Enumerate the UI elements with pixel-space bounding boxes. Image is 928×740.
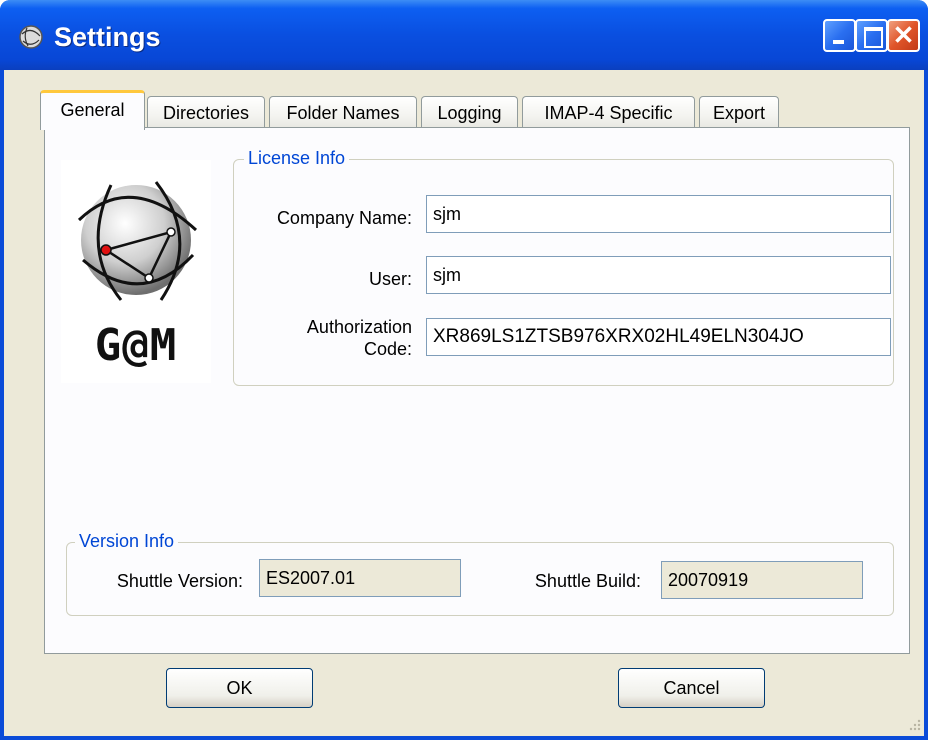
company-name-label: Company Name:	[276, 208, 412, 228]
tab-export[interactable]: Export	[699, 96, 779, 130]
ok-button[interactable]: OK	[166, 668, 313, 708]
minimize-icon	[833, 40, 844, 44]
shuttle-build-label: Shuttle Build:	[534, 571, 641, 591]
minimize-button[interactable]	[823, 19, 856, 52]
license-info-group: License Info Company Name: User: Authori…	[233, 148, 894, 386]
resize-grip-icon[interactable]	[908, 718, 922, 732]
cancel-button[interactable]: Cancel	[618, 668, 765, 708]
general-tab-panel: G@M License Info Company Name: User: Aut…	[44, 127, 910, 654]
window-title: Settings	[54, 22, 161, 52]
authorization-label-line2: Code:	[363, 339, 412, 359]
settings-dialog: Settings ✕ General Directories Folder Na…	[0, 0, 928, 740]
version-info-group: Version Info Shuttle Version: Shuttle Bu…	[66, 531, 894, 616]
authorization-code-label: Authorization Code:	[244, 316, 412, 360]
shuttle-version-field	[259, 559, 461, 597]
shuttle-build-field	[661, 561, 863, 599]
close-button[interactable]: ✕	[887, 19, 920, 52]
tab-imap4-specific[interactable]: IMAP-4 Specific	[522, 96, 695, 130]
tab-logging[interactable]: Logging	[421, 96, 518, 130]
shuttle-version-label: Shuttle Version:	[116, 571, 243, 591]
gem-logo: G@M	[61, 160, 211, 383]
logo-text: G@M	[94, 320, 178, 371]
authorization-code-field[interactable]	[426, 318, 891, 356]
title-bar[interactable]: Settings ✕	[0, 0, 928, 70]
tab-general[interactable]: General	[40, 90, 145, 130]
user-field[interactable]	[426, 256, 891, 294]
user-label: User:	[368, 269, 412, 289]
version-info-legend: Version Info	[75, 531, 179, 552]
company-name-field[interactable]	[426, 195, 891, 233]
gem-app-icon	[19, 25, 43, 49]
globe-logo-icon	[77, 181, 198, 301]
maximize-button[interactable]	[855, 19, 888, 52]
license-info-legend: License Info	[244, 148, 350, 169]
authorization-label-line1: Authorization	[306, 317, 412, 337]
tab-folder-names[interactable]: Folder Names	[269, 96, 417, 130]
maximize-icon	[864, 27, 883, 48]
close-icon: ✕	[892, 20, 915, 50]
tab-directories[interactable]: Directories	[147, 96, 265, 130]
